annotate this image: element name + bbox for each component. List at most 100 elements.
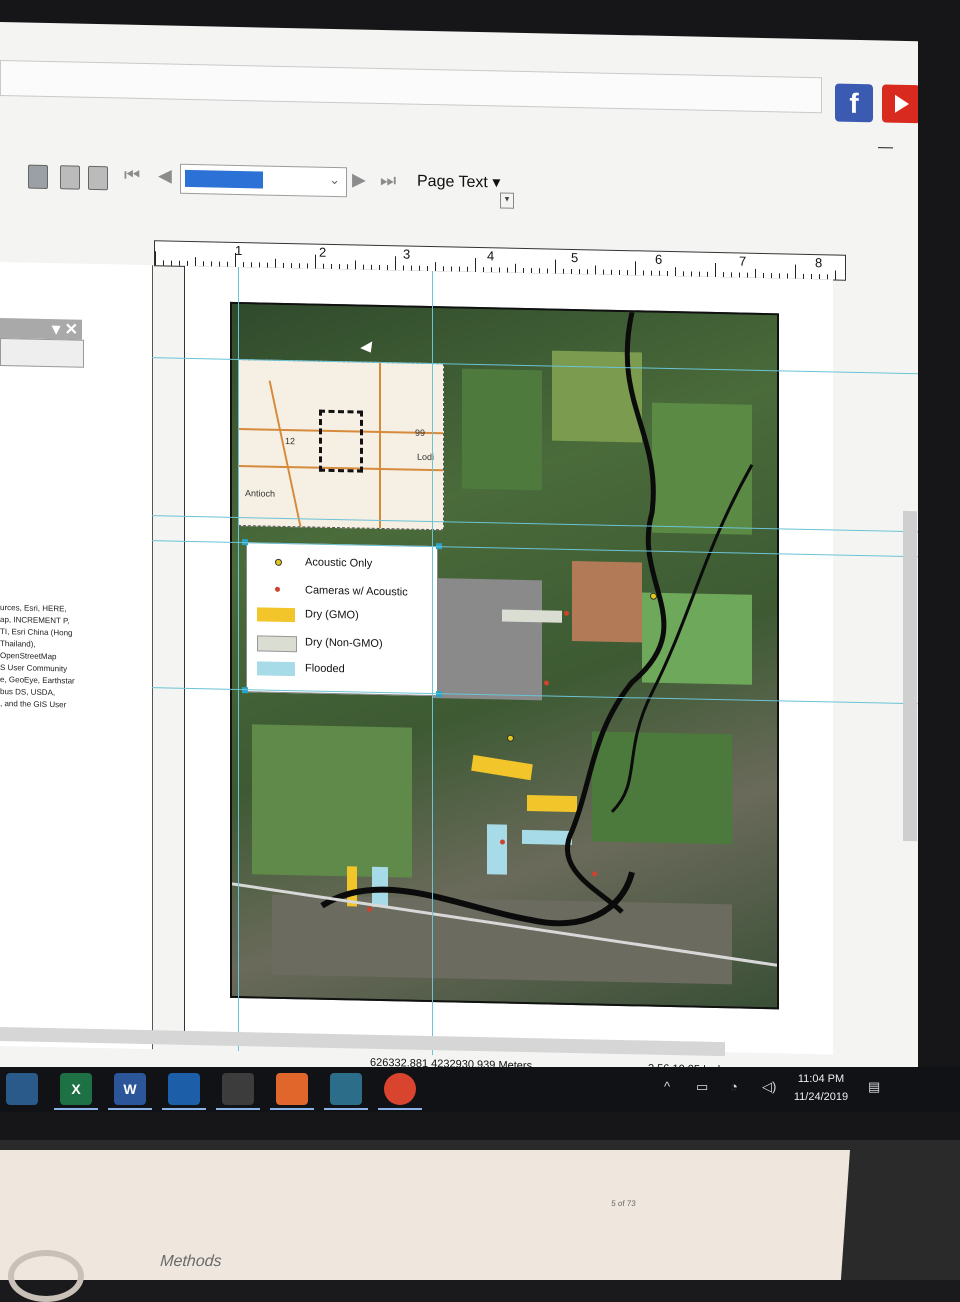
- chevron-down-icon: ⌄: [329, 171, 340, 188]
- page-selector[interactable]: ⌄: [180, 163, 347, 198]
- ruler-tick: [835, 270, 836, 280]
- ruler-label: 5: [571, 249, 579, 266]
- table-of-contents-panel: ▾ ✕ urces, Esri, HERE, ap, INCREMENT P, …: [0, 262, 153, 1066]
- camera-acoustic-symbol: [275, 586, 280, 592]
- legend-label: Dry (Non-GMO): [305, 636, 383, 651]
- battery-icon[interactable]: ▭: [696, 1079, 708, 1095]
- legend-label: Dry (GMO): [305, 608, 359, 622]
- page-number: 5 of 73: [610, 1199, 637, 1208]
- map-legend[interactable]: Acoustic Only Cameras w/ Acoustic Dry (G…: [246, 542, 438, 697]
- ruler-tick: [675, 267, 676, 277]
- binder-ring: [8, 1250, 84, 1302]
- inset-label: 99: [415, 427, 426, 438]
- locator-inset-map[interactable]: Antioch Lodi 12 99: [238, 358, 444, 531]
- camera-marker: [500, 839, 505, 845]
- previous-page-icon[interactable]: ◀: [158, 165, 172, 186]
- ruler-label: 7: [739, 253, 747, 269]
- youtube-icon[interactable]: [882, 84, 918, 124]
- legend-label: Flooded: [305, 662, 345, 676]
- taskbar-app-icon[interactable]: [162, 1073, 206, 1110]
- wifi-icon[interactable]: ◔: [730, 1079, 738, 1094]
- screen: f — ❐ ⏮ ◀ ⌄ ▶ ⏭ Page Text ▾ ▾ 1 2 3 4 5: [0, 22, 918, 1087]
- ruler-tick: [179, 260, 180, 266]
- clock-time: 11:04 PM: [797, 1073, 845, 1085]
- close-icon[interactable]: ▾ ✕: [52, 319, 78, 340]
- flooded-swatch: [257, 661, 295, 677]
- facebook-icon[interactable]: f: [835, 83, 873, 123]
- ruler-label: 8: [815, 255, 823, 271]
- vertical-scrollbar[interactable]: [903, 510, 917, 842]
- app-label: X: [71, 1081, 81, 1097]
- panel-toolbar[interactable]: [0, 338, 84, 368]
- ruler-label: 4: [487, 248, 495, 264]
- taskbar-app-icon[interactable]: [6, 1073, 38, 1105]
- ruler-tick: [555, 259, 556, 274]
- excel-icon[interactable]: X: [54, 1073, 98, 1110]
- page-text-label: Page Text: [417, 172, 488, 192]
- inset-road: [379, 362, 381, 528]
- arcmap-icon[interactable]: [324, 1073, 368, 1110]
- ruler-label: 2: [319, 244, 327, 260]
- page-text-caret: ▾: [492, 174, 501, 192]
- taskbar-app-icon[interactable]: [270, 1073, 314, 1110]
- legend-label: Cameras w/ Acoustic: [305, 584, 408, 599]
- ruler-label: 1: [235, 242, 243, 259]
- legend-label: Acoustic Only: [305, 556, 373, 570]
- word-icon[interactable]: W: [108, 1073, 152, 1110]
- printed-document: 5 of 73 Methods: [0, 1150, 851, 1280]
- notifications-icon[interactable]: ▤: [868, 1079, 880, 1095]
- clock-date: 11/24/2019: [793, 1091, 849, 1103]
- inset-road: [268, 380, 302, 527]
- first-page-icon[interactable]: ⏮: [124, 165, 140, 186]
- ruler-tick: [795, 264, 796, 279]
- camera-marker: [564, 610, 569, 616]
- minimize-icon[interactable]: —: [878, 138, 893, 155]
- ruler-tick: [355, 260, 356, 270]
- layout-guide[interactable]: [238, 266, 239, 1058]
- photos-icon[interactable]: [216, 1073, 260, 1110]
- ruler-tick: [755, 268, 756, 278]
- ruler-tick: [595, 265, 596, 275]
- ruler-tick: [155, 251, 156, 266]
- layout-toolbar: ⏮ ◀ ⌄ ▶ ⏭ Page Text ▾ ▾: [0, 150, 918, 229]
- ruler-tick: [475, 257, 476, 272]
- layout-tool-icon[interactable]: [28, 164, 48, 190]
- inset-label: Antioch: [245, 488, 276, 499]
- ruler-label: 6: [655, 251, 663, 267]
- dry-gmo-swatch: [257, 607, 295, 623]
- last-page-icon[interactable]: ⏭: [380, 170, 396, 191]
- refresh-tool-icon[interactable]: [60, 165, 80, 190]
- chrome-icon[interactable]: [378, 1073, 422, 1110]
- ruler-label: 3: [403, 246, 411, 262]
- acoustic-only-marker: [507, 734, 514, 742]
- page-text-menu[interactable]: Page Text ▾: [417, 171, 500, 193]
- ruler-tick: [635, 261, 636, 276]
- ruler-tick: [435, 262, 436, 272]
- address-bar[interactable]: [0, 60, 822, 114]
- ruler-tick: [315, 254, 316, 269]
- system-clock[interactable]: 11:04 PM 11/24/2019: [786, 1070, 856, 1106]
- table-tool-icon[interactable]: [88, 165, 108, 191]
- inset-label: 12: [285, 435, 296, 447]
- section-heading: Methods: [159, 1253, 223, 1270]
- dry-non-gmo-swatch: [257, 635, 297, 653]
- camera-marker: [367, 906, 372, 912]
- app-label: W: [123, 1081, 137, 1097]
- camera-marker: [544, 680, 549, 686]
- panel-titlebar: ▾ ✕: [0, 318, 82, 340]
- volume-icon[interactable]: ◁): [762, 1079, 776, 1095]
- ruler-tick: [715, 262, 716, 277]
- next-page-icon[interactable]: ▶: [352, 169, 366, 190]
- map-credits-text: urces, Esri, HERE, ap, INCREMENT P, TI, …: [0, 603, 75, 710]
- ruler-tick: [171, 260, 172, 266]
- chevron-up-icon[interactable]: ^: [664, 1079, 670, 1094]
- acoustic-only-symbol: [275, 558, 282, 566]
- layout-guide[interactable]: [432, 271, 433, 1062]
- acoustic-only-marker: [650, 592, 657, 600]
- ruler-tick: [195, 257, 196, 267]
- windows-taskbar: X W ^ ▭ ◔ ◁) 11:04 PM 11/24/2019 ▤: [0, 1067, 960, 1112]
- toolbar-options-icon[interactable]: ▾: [500, 192, 514, 209]
- ruler-tick: [515, 263, 516, 273]
- ruler-tick: [163, 260, 164, 266]
- extent-indicator: [319, 409, 363, 473]
